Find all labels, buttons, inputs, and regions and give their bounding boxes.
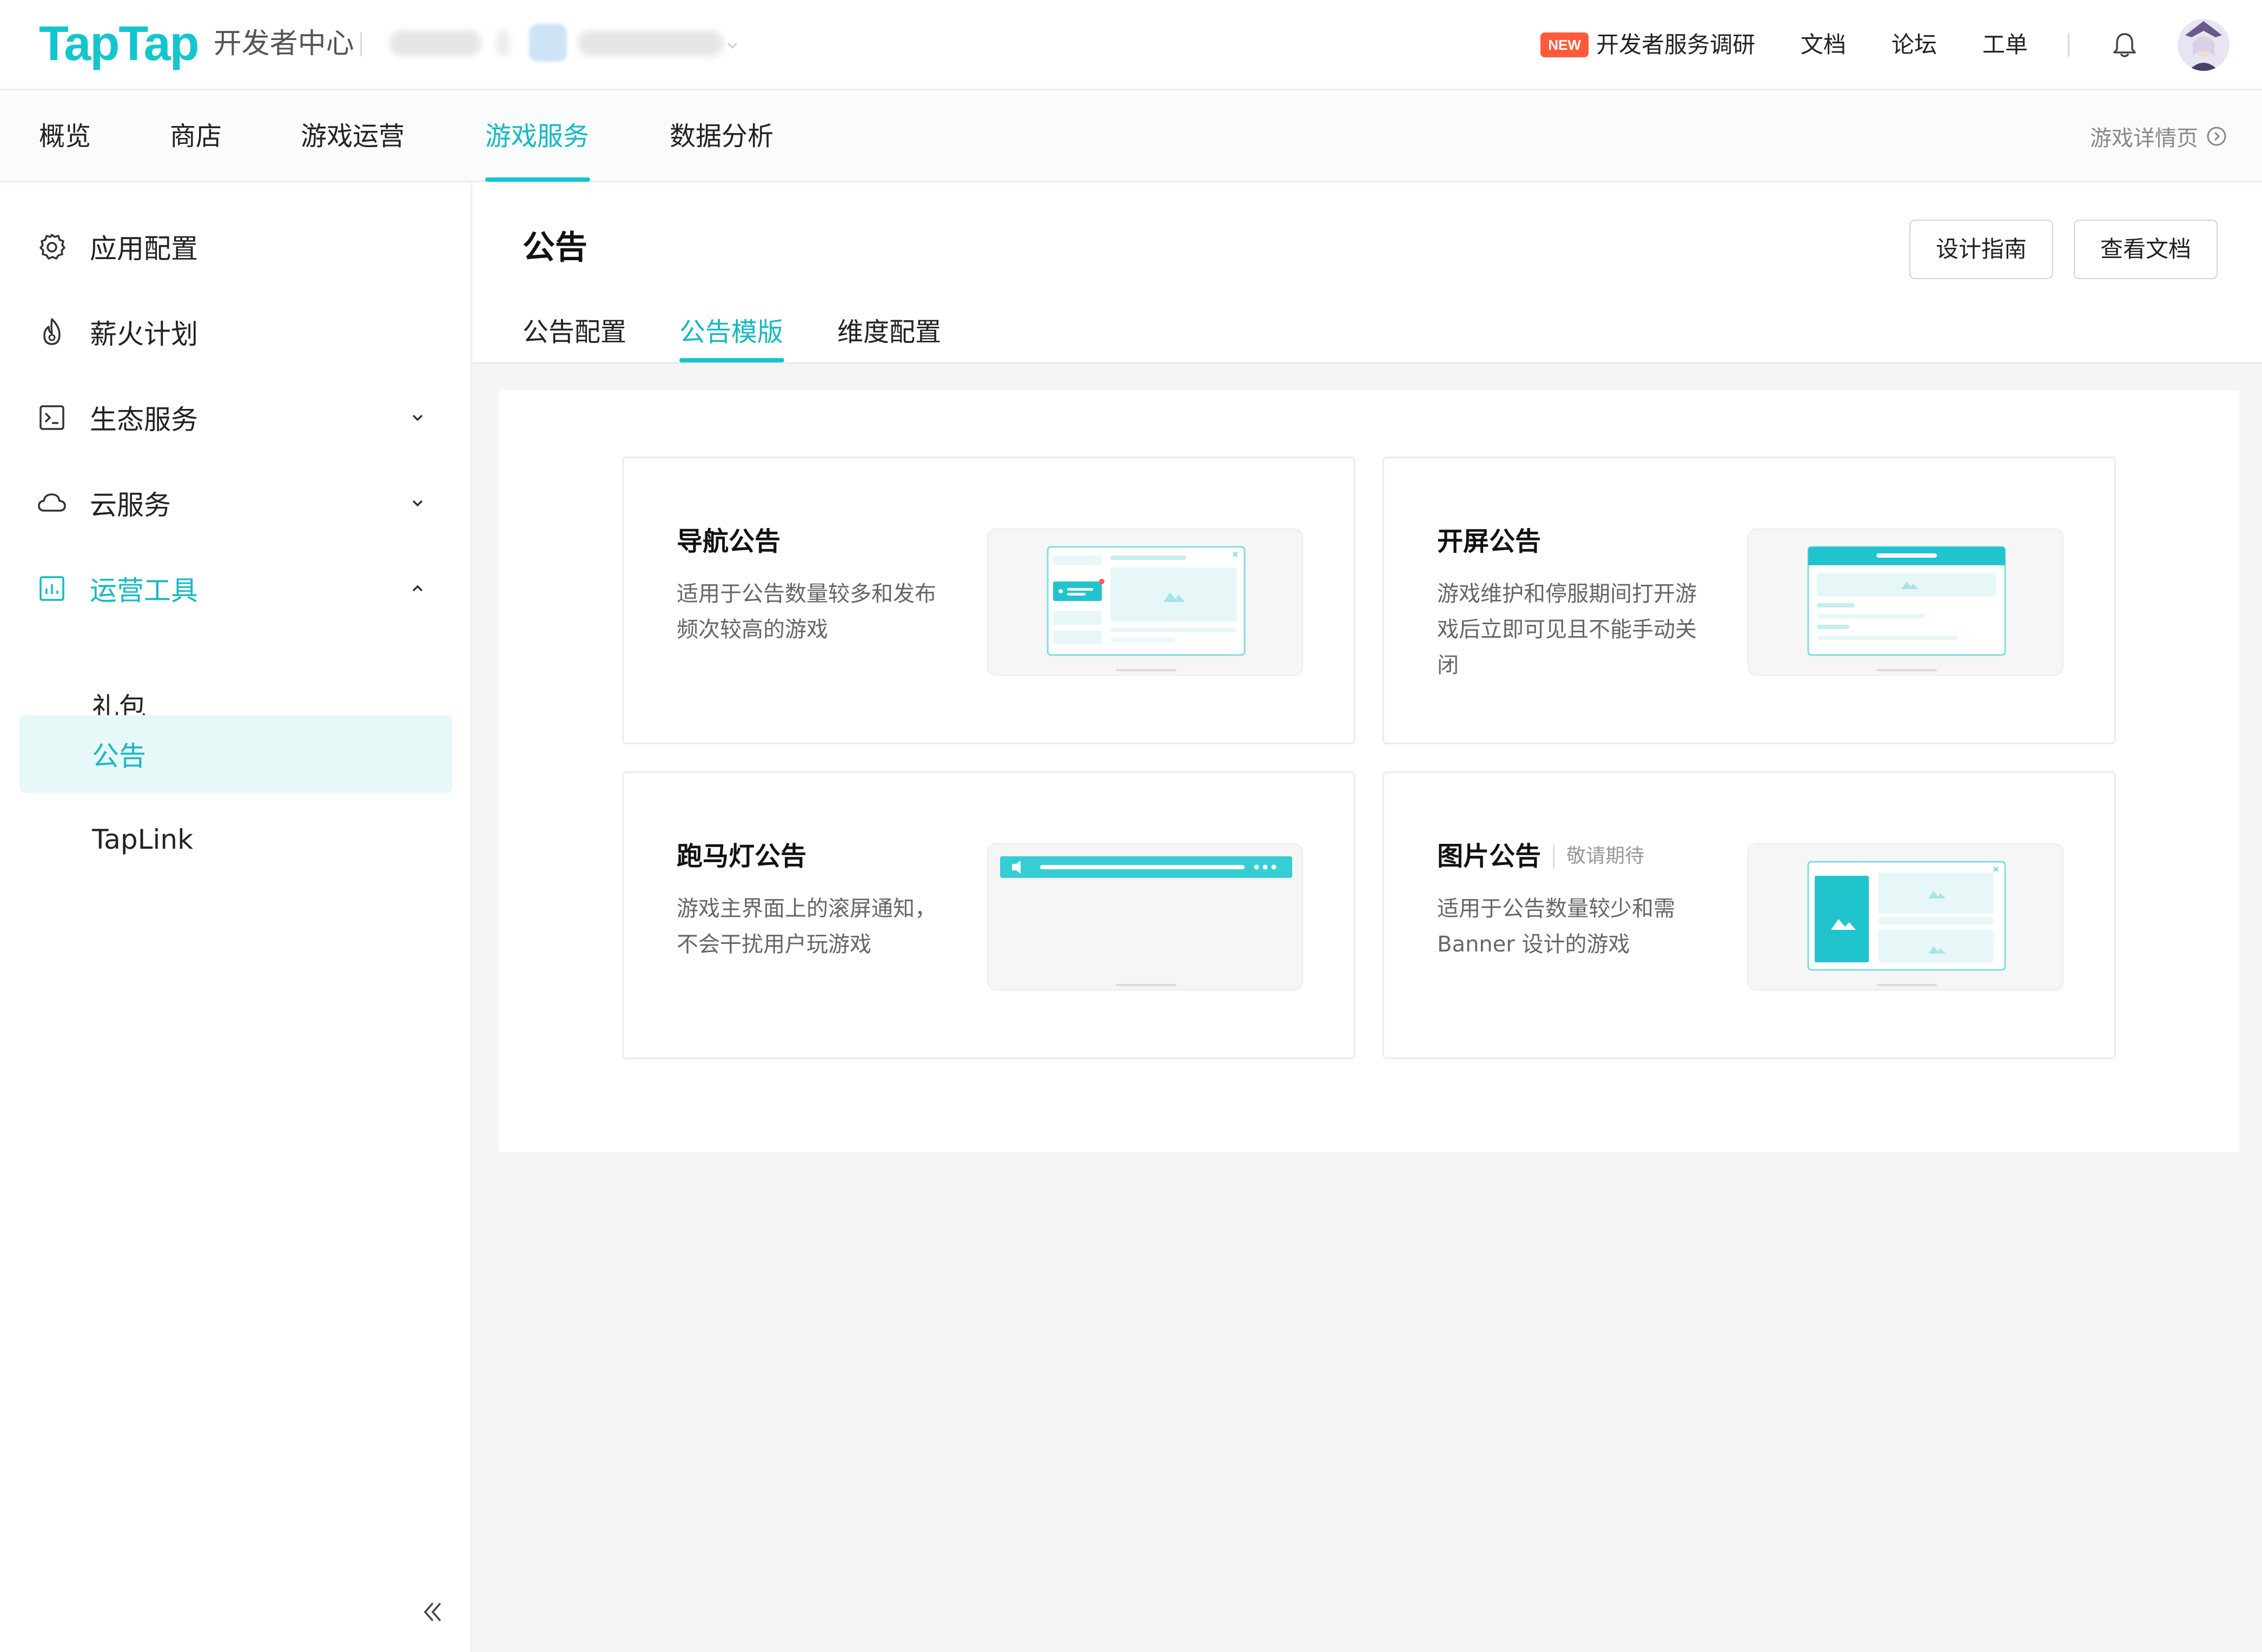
docs-link[interactable]: 文档	[1801, 29, 1846, 61]
design-guide-button[interactable]: 设计指南	[1909, 220, 2053, 279]
logo-wordmark: TapTap	[39, 17, 200, 71]
user-avatar[interactable]	[2178, 19, 2230, 71]
arrow-circle-right-icon	[2207, 127, 2226, 146]
splash-template-preview	[1748, 528, 2063, 676]
sidebar-item-operation-tools[interactable]: 运营工具	[19, 550, 452, 627]
card-description: 游戏维护和停服期间打开游戏后立即可见且不能手动关闭	[1437, 581, 1697, 678]
card-title-text: 跑马灯公告	[677, 841, 807, 871]
gear-icon	[39, 234, 65, 260]
sidebar-item-label: 云服务	[90, 490, 171, 521]
ticket-link[interactable]: 工单	[1982, 29, 2028, 61]
survey-link[interactable]: 开发者服务调研	[1596, 29, 1755, 61]
chevron-down-icon	[412, 414, 423, 421]
nav-overview[interactable]: 概览	[39, 91, 91, 182]
new-badge: NEW	[1540, 32, 1589, 57]
marquee-template-preview	[987, 843, 1303, 990]
sidebar-subitem-taplink[interactable]: TapLink	[19, 801, 452, 878]
product-name: 开发者中心	[213, 28, 354, 60]
template-panel: 导航公告 适用于公告数量较多和发布频次较高的游戏 开屏公告 游戏维护和停服期间打…	[499, 391, 2239, 1152]
main-nav: 概览 商店 游戏运营 游戏服务 数据分析 游戏详情页	[0, 91, 2262, 182]
header-actions: NEW 开发者服务调研 文档 论坛 工单	[1540, 0, 2230, 90]
taptap-logo[interactable]: TapTap 开发者中心	[39, 14, 354, 74]
template-card-marquee[interactable]: 跑马灯公告 游戏主界面上的滚屏通知，不会干扰用户玩游戏	[622, 771, 1355, 1059]
card-description: 适用于公告数量较多和发布频次较高的游戏	[677, 581, 936, 642]
page-title: 公告	[522, 229, 587, 267]
coming-soon-tag: 敬请期待	[1553, 844, 1644, 868]
nav-store[interactable]: 商店	[170, 91, 222, 182]
collapse-sidebar-icon[interactable]	[416, 1596, 449, 1628]
card-title: 开屏公告	[1437, 523, 1541, 560]
sidebar-item-cloud-services[interactable]: 云服务	[19, 464, 452, 542]
sidebar-item-app-config[interactable]: 应用配置	[19, 208, 452, 286]
sidebar-item-label: 薪火计划	[90, 319, 198, 350]
card-title: 图片公告 敬请期待	[1437, 838, 1644, 875]
card-title-text: 图片公告	[1437, 841, 1542, 871]
card-title: 跑马灯公告	[677, 838, 806, 875]
chart-icon	[39, 576, 64, 601]
view-docs-button[interactable]: 查看文档	[2074, 220, 2218, 279]
sidebar-item-label: 运营工具	[90, 575, 198, 606]
blurred-game-selector[interactable]	[578, 30, 724, 56]
card-title: 导航公告	[677, 523, 781, 560]
cloud-icon	[38, 493, 66, 512]
nav-active-indicator	[485, 177, 590, 182]
bell-icon[interactable]	[2109, 30, 2140, 60]
top-header: TapTap 开发者中心 NEW 开发者服务调研 文档 论坛 工单	[0, 0, 2262, 90]
sidebar-item-spark-plan[interactable]: 薪火计划	[19, 293, 452, 371]
template-card-image[interactable]: 图片公告 敬请期待 适用于公告数量较少和需Banner 设计的游戏	[1383, 771, 2116, 1059]
tab-announcement-template[interactable]: 公告模版	[679, 310, 783, 354]
sidebar-subitem-announcement[interactable]: 公告	[19, 715, 452, 793]
navigation-template-preview	[987, 528, 1303, 676]
chevron-down-icon[interactable]	[725, 38, 740, 53]
blurred-breadcrumb-separator	[497, 30, 510, 56]
forum-link[interactable]: 论坛	[1891, 29, 1937, 61]
chevron-up-icon	[412, 585, 423, 592]
card-description: 适用于公告数量较少和需Banner 设计的游戏	[1437, 896, 1675, 957]
header-divider	[360, 32, 362, 56]
nav-data-analysis[interactable]: 数据分析	[670, 91, 773, 182]
terminal-icon	[39, 405, 64, 430]
sidebar-item-ecosystem-services[interactable]: 生态服务	[19, 379, 452, 457]
sidebar-subitem-label: 公告	[92, 741, 146, 772]
sidebar-subitem-label: TapLink	[92, 824, 194, 855]
game-detail-label: 游戏详情页	[2090, 126, 2198, 151]
blurred-game-icon	[529, 24, 567, 62]
tab-active-indicator	[679, 358, 784, 362]
chevron-down-icon	[412, 500, 423, 507]
template-card-navigation[interactable]: 导航公告 适用于公告数量较多和发布频次较高的游戏	[622, 457, 1355, 744]
flame-icon	[43, 318, 61, 345]
nav-game-operations[interactable]: 游戏运营	[301, 91, 405, 182]
template-card-splash[interactable]: 开屏公告 游戏维护和停服期间打开游戏后立即可见且不能手动关闭	[1383, 457, 2116, 744]
sidebar-item-label: 生态服务	[90, 404, 198, 435]
image-template-preview	[1748, 843, 2063, 990]
game-detail-link[interactable]: 游戏详情页	[2090, 91, 2227, 182]
tab-announcement-config[interactable]: 公告配置	[522, 310, 626, 354]
sidebar: 应用配置 薪火计划 生态服务 云服务 运营工具 礼包 公告 TapLink	[0, 183, 472, 1652]
blurred-developer-name[interactable]	[389, 30, 481, 56]
card-description: 游戏主界面上的滚屏通知，不会干扰用户玩游戏	[677, 896, 936, 957]
tab-dimension-config[interactable]: 维度配置	[837, 310, 941, 354]
nav-game-services[interactable]: 游戏服务	[485, 91, 589, 182]
card-title-text: 开屏公告	[1437, 526, 1542, 557]
sidebar-item-label: 应用配置	[90, 233, 198, 265]
header-divider-right	[2068, 33, 2069, 57]
card-title-text: 导航公告	[677, 526, 781, 557]
